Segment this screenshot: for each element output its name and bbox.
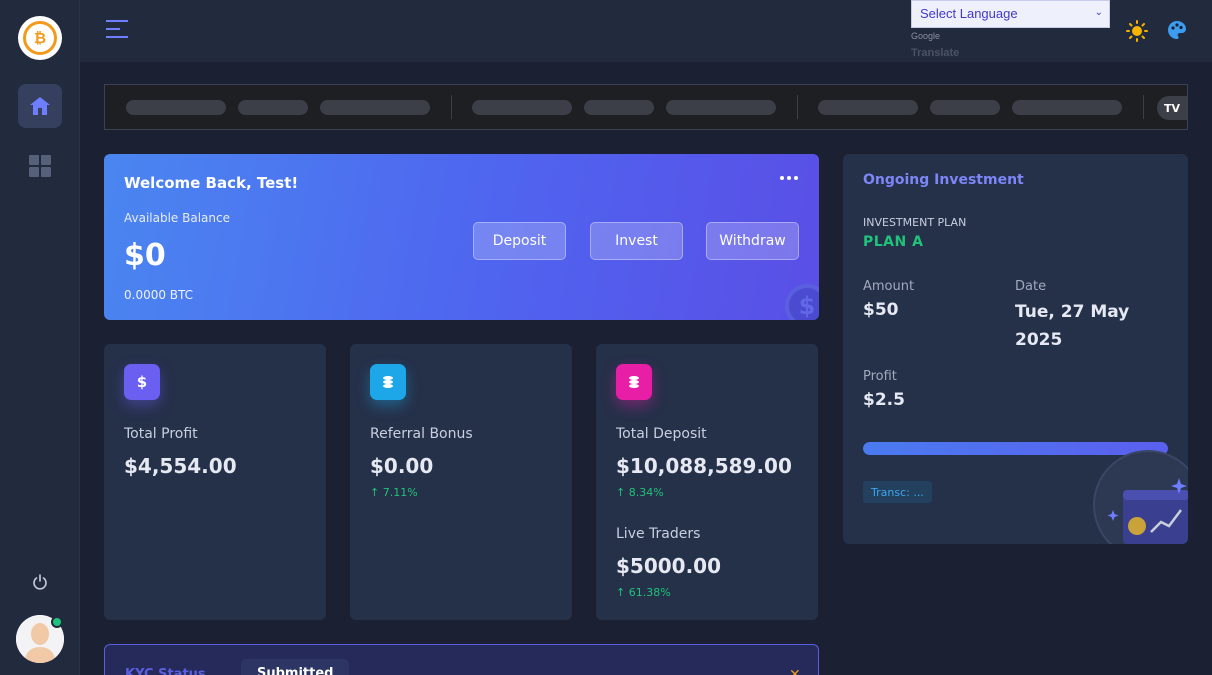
stat-label: Referral Bonus [370,426,473,442]
stat-value: $0.00 [370,454,434,478]
stat-value: $4,554.00 [124,454,237,478]
online-status-dot [51,616,63,628]
investment-plan-name: PLAN A [863,234,924,250]
stat-change-live-traders: ↑ 61.38% [616,586,671,599]
invest-button[interactable]: Invest [590,222,683,260]
investment-chart-decoration-icon [1093,450,1188,544]
transaction-badge[interactable]: Transc: ... [863,481,932,503]
stat-card-referral-bonus: Referral Bonus $0.00 ↑ 7.11% [350,344,572,620]
stat-change: ↑ 7.11% [370,486,418,499]
sidebar-item-home[interactable] [18,84,62,128]
power-icon [33,574,47,590]
ticker-placeholder [666,100,776,115]
stat-label: Total Profit [124,426,198,442]
close-icon[interactable]: ✕ [789,667,801,675]
coin-decoration-icon: $ [785,284,819,320]
stat-card-total-profit: $ Total Profit $4,554.00 [104,344,326,620]
amount-label: Amount [863,279,915,294]
ticker-placeholder [472,100,572,115]
coins-icon [370,364,406,400]
stat-value: $10,088,589.00 [616,454,792,478]
google-label: Google [911,31,941,41]
investment-plan-label: INVESTMENT PLAN [863,216,967,229]
balance-value: $0 [124,238,166,273]
stat-label-live-traders: Live Traders [616,526,701,542]
chevron-down-icon: ⌄ [1094,7,1103,18]
home-icon [30,97,50,115]
investment-title: Ongoing Investment [863,172,1024,188]
ticker-placeholder [126,100,226,115]
ticker-placeholder [238,100,308,115]
stat-label: Total Deposit [616,426,707,442]
sidebar-item-dashboard[interactable] [18,144,62,188]
sidebar: ₿ [0,0,80,675]
dollar-icon: $ [124,364,160,400]
ticker-divider [1143,95,1144,119]
stat-change: ↑ 8.34% [616,486,664,499]
ticker-divider [797,95,798,119]
ticker-placeholder [1012,100,1122,115]
kyc-status-label: KYC Status [125,667,206,675]
btc-balance: 0.0000 BTC [124,288,194,302]
ticker-divider [451,95,452,119]
welcome-balance-card: Welcome Back, Test! Available Balance $0… [104,154,819,320]
brand-logo[interactable]: ₿ [18,16,62,60]
color-theme-button[interactable] [1167,20,1189,42]
menu-toggle-button[interactable] [106,20,128,40]
deposit-button[interactable]: Deposit [473,222,566,260]
date-value: Tue, 27 May 2025 [1015,302,1130,350]
welcome-title: Welcome Back, Test! [124,174,299,192]
ticker-placeholder [584,100,654,115]
ongoing-investment-card: Ongoing Investment INVESTMENT PLAN PLAN … [843,154,1188,544]
profit-label: Profit [863,369,897,384]
grid-icon [29,155,51,177]
amount-value: $50 [863,300,899,320]
palette-icon [1168,21,1186,39]
more-options-icon[interactable] [780,176,798,182]
kyc-status-banner: KYC Status Submitted ✕ [104,644,819,675]
ticker-placeholder [320,100,430,115]
profit-value: $2.5 [863,390,905,410]
kyc-status-badge: Submitted [241,659,350,675]
stat-card-total-deposit: Total Deposit $10,088,589.00 ↑ 8.34% Liv… [596,344,818,620]
coins-icon [616,364,652,400]
withdraw-button[interactable]: Withdraw [706,222,799,260]
topbar: Select Language ⌄ Google Translate [80,0,1212,62]
ticker-placeholder [930,100,1000,115]
logout-button[interactable] [28,570,52,594]
ticker-placeholder [818,100,918,115]
theme-toggle-button[interactable] [1126,20,1148,42]
language-select-label: Select Language [920,6,1018,21]
tradingview-logo-icon[interactable]: TV [1157,96,1187,120]
date-label: Date [1015,279,1047,294]
sun-icon [1126,20,1148,42]
bitcoin-logo-icon: ₿ [23,21,57,55]
language-select[interactable]: Select Language ⌄ [911,0,1110,28]
stat-value-live-traders: $5000.00 [616,554,722,578]
balance-label: Available Balance [124,211,230,225]
translate-link[interactable]: Translate [911,47,959,59]
market-ticker-widget: TV [104,84,1188,130]
